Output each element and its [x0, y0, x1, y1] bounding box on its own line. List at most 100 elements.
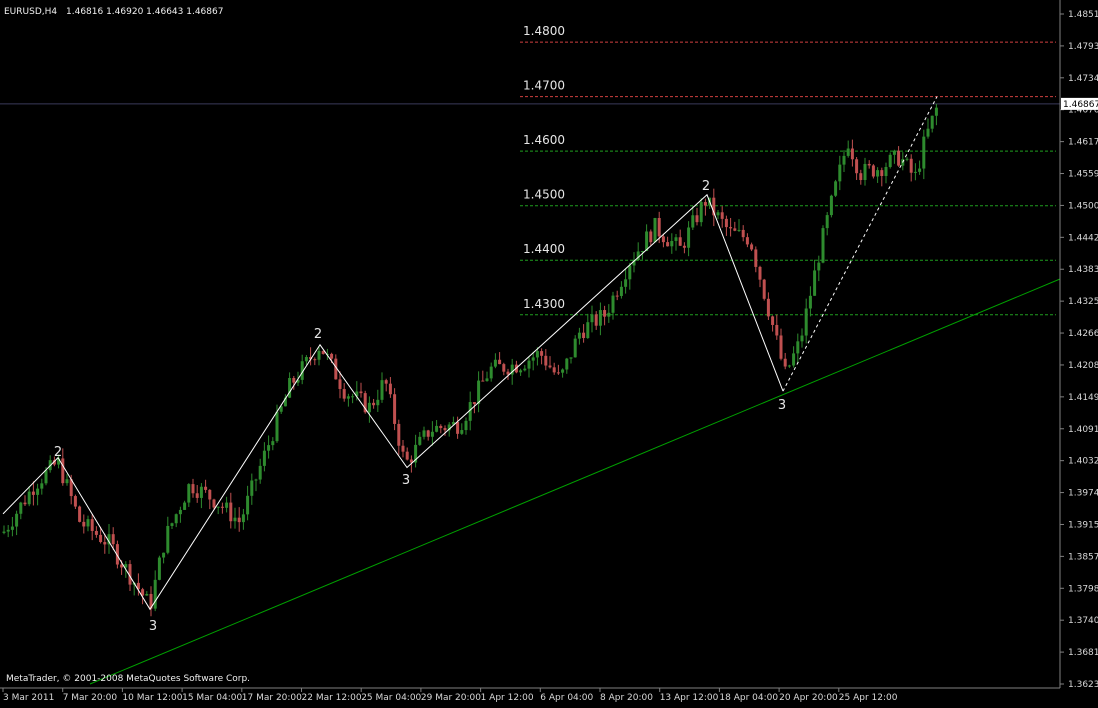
candle-body — [2, 531, 6, 533]
candle-body — [540, 351, 544, 356]
time-tick-label: 7 Mar 20:00 — [63, 693, 118, 703]
price-tick-label: 1.38570 — [1068, 552, 1098, 562]
candle-body — [435, 425, 439, 432]
wave-label: 3 — [402, 473, 410, 488]
price-tick-label: 1.39740 — [1068, 489, 1098, 499]
candle-body — [44, 470, 48, 484]
candle-body — [481, 380, 485, 382]
candle-body — [787, 365, 791, 367]
candle-body — [65, 479, 69, 484]
time-tick-label: 1 Apr 12:00 — [481, 693, 534, 703]
time-tick-label: 3 Mar 2011 — [3, 693, 54, 703]
candle-body — [19, 502, 23, 514]
candle-body — [691, 215, 695, 228]
candle-body — [204, 486, 208, 490]
price-tick-label: 1.47930 — [1068, 42, 1098, 52]
candle-body — [842, 155, 846, 165]
price-tick-label: 1.48515 — [1068, 10, 1098, 20]
level-label: 1.4600 — [523, 133, 565, 147]
candle-body — [170, 523, 174, 526]
price-tick-label: 1.47345 — [1068, 74, 1098, 84]
candle-body — [145, 593, 149, 596]
time-tick-label: 13 Apr 12:00 — [660, 693, 719, 703]
candle-body — [880, 170, 884, 177]
candle-body — [393, 394, 397, 424]
time-tick-label: 25 Mar 04:00 — [361, 693, 421, 703]
candle-body — [619, 286, 623, 296]
candle-body — [384, 380, 388, 384]
price-tick-label: 1.36815 — [1068, 648, 1098, 658]
candle-body — [556, 372, 560, 374]
candle-body — [342, 388, 346, 399]
chart-area[interactable]: 1.4800 1.4700 1.4600 1.4500 1.4400 1.4300 1.4… — [0, 0, 1098, 704]
candle-body — [859, 173, 863, 181]
candle-body — [577, 332, 581, 339]
candle-body — [195, 493, 199, 498]
candle-body — [351, 396, 355, 398]
candle-body — [330, 353, 334, 359]
candle-body — [27, 491, 31, 505]
candle-body — [99, 534, 103, 543]
candle-body — [905, 158, 909, 160]
candle-body — [703, 202, 707, 206]
candle-body — [225, 502, 229, 508]
candle-body — [796, 341, 800, 354]
candle-body — [157, 557, 161, 580]
price-tick-label: 1.40910 — [1068, 425, 1098, 435]
candle-body — [682, 245, 686, 248]
candle-body — [808, 295, 812, 309]
candle-body — [582, 332, 586, 339]
candle-body — [36, 488, 40, 495]
candle-body — [258, 465, 262, 480]
wave-label: 3 — [778, 398, 786, 413]
candle-body — [804, 308, 808, 336]
candle-body — [418, 436, 422, 445]
candle-body — [800, 335, 804, 342]
candle-body — [10, 526, 14, 530]
price-tick-label: 1.44420 — [1068, 233, 1098, 243]
candle-body — [82, 521, 86, 527]
candle-body — [834, 181, 838, 196]
candle-body — [405, 451, 409, 460]
time-tick-label: 18 Apr 04:00 — [719, 693, 778, 703]
price-tick-label: 1.45590 — [1068, 170, 1098, 180]
candle-body — [779, 335, 783, 359]
candle-body — [6, 529, 10, 532]
candle-body — [178, 509, 182, 515]
time-tick-label: 20 Apr 20:00 — [779, 693, 838, 703]
candle-body — [267, 445, 271, 451]
candle-body — [590, 314, 594, 323]
time-tick-label: 22 Mar 12:00 — [302, 693, 362, 703]
symbol-label: EURUSD,H4 — [4, 7, 57, 17]
candle-body — [628, 265, 632, 280]
candle-body — [855, 159, 859, 174]
candle-body — [472, 402, 476, 405]
candle-body — [346, 396, 350, 399]
price-chart[interactable]: 1.4800 1.4700 1.4600 1.4500 1.4400 1.4300 1.4… — [0, 0, 1098, 704]
candle-body — [183, 502, 187, 510]
candle-body — [548, 365, 552, 368]
candle-body — [237, 517, 241, 523]
candle-body — [94, 530, 98, 535]
candle-body — [813, 270, 817, 296]
candle-body — [783, 358, 787, 367]
wave-label: 2 — [702, 179, 710, 194]
candle-body — [825, 215, 829, 229]
candle-body — [477, 380, 481, 405]
candle-body — [657, 217, 661, 237]
candle-body — [615, 295, 619, 297]
candle-body — [456, 421, 460, 434]
candle-body — [271, 441, 275, 446]
candle-body — [624, 279, 628, 287]
candle-body — [670, 240, 674, 247]
candle-body — [649, 231, 653, 243]
candle-body — [262, 450, 266, 466]
candle-body — [531, 357, 535, 361]
candle-body — [241, 514, 245, 523]
candle-body — [166, 525, 170, 553]
candle-body — [502, 364, 506, 372]
candle-body — [275, 411, 279, 442]
candle-body — [678, 237, 682, 246]
candle-body — [523, 368, 527, 371]
candle-body — [607, 312, 611, 317]
